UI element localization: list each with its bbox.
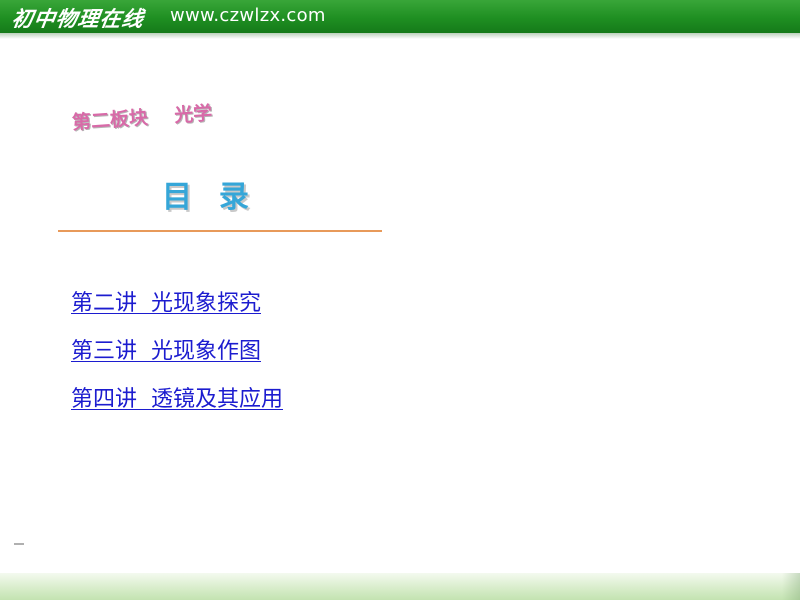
toc-link-lecture-4[interactable]: 第四讲 透镜及其应用 <box>71 381 283 413</box>
section-title: 第二板块 光学 <box>71 102 213 134</box>
toc-heading: 目 录 <box>162 180 251 215</box>
site-logo-calligraphy: 初中物理在线 <box>10 6 146 31</box>
header-bar: 初中物理在线 www.czwlzx.com <box>0 0 800 33</box>
site-url: www.czwlzx.com <box>170 5 326 26</box>
toc-link-lecture-3[interactable]: 第三讲 光现象作图 <box>71 333 261 365</box>
toc-link-lecture-2[interactable]: 第二讲 光现象探究 <box>71 285 261 317</box>
footer-tick <box>14 543 24 545</box>
header-shadow <box>0 33 800 39</box>
footer-bar <box>0 573 800 600</box>
heading-divider <box>58 230 382 232</box>
footer-edge-shadow <box>782 573 800 600</box>
